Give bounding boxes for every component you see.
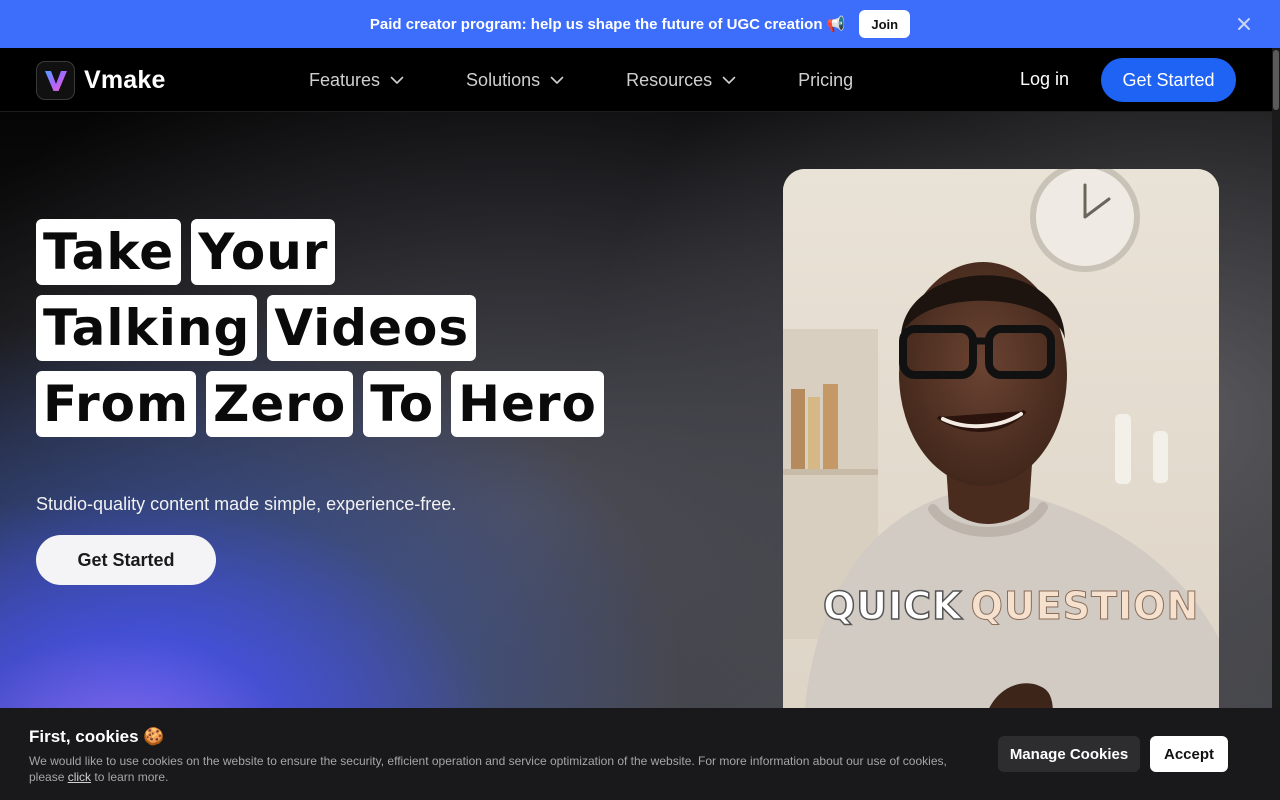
login-link[interactable]: Log in xyxy=(1020,69,1069,90)
hero-section: Take Your Talking Videos From Zero To He… xyxy=(0,112,1272,708)
chevron-down-icon xyxy=(550,76,564,85)
chevron-down-icon xyxy=(722,76,736,85)
logo-text: Vmake xyxy=(84,66,166,94)
cookie-banner: First, cookies 🍪 We would like to use co… xyxy=(0,708,1280,800)
cookie-policy-link[interactable]: click xyxy=(68,770,91,784)
cookie-body: We would like to use cookies on the webs… xyxy=(29,753,974,785)
headline-word: Zero xyxy=(206,371,354,437)
caption-word-quick: QUICK xyxy=(822,583,963,629)
headline-word: To xyxy=(363,371,442,437)
get-started-nav-button[interactable]: Get Started xyxy=(1101,58,1236,102)
caption-word-question: QUESTION xyxy=(970,584,1200,629)
headline-word: From xyxy=(36,371,197,437)
headline-word: Your xyxy=(191,219,336,285)
manage-cookies-button[interactable]: Manage Cookies xyxy=(998,736,1140,772)
promo-banner: Paid creator program: help us shape the … xyxy=(0,0,1280,48)
nav-links: Features Solutions Resources Pricing xyxy=(309,48,853,112)
video-preview[interactable]: QUICK QUESTION xyxy=(783,169,1219,708)
main-nav: Vmake Features Solutions Resources Prici… xyxy=(0,48,1272,112)
logo[interactable]: Vmake xyxy=(36,61,166,100)
scrollbar-thumb[interactable] xyxy=(1273,50,1279,110)
close-icon[interactable] xyxy=(1234,14,1254,34)
nav-item-features[interactable]: Features xyxy=(309,70,404,91)
nav-item-resources[interactable]: Resources xyxy=(626,70,736,91)
nav-item-label: Solutions xyxy=(466,69,541,90)
headline-row: Take Your xyxy=(36,219,614,285)
nav-item-solutions[interactable]: Solutions xyxy=(466,70,564,91)
headline-row: From Zero To Hero xyxy=(36,371,614,437)
headline-word: Talking xyxy=(36,295,258,361)
cookie-body-text-end: to learn more. xyxy=(91,770,169,784)
nav-item-label: Resources xyxy=(626,69,713,90)
join-button[interactable]: Join xyxy=(859,10,911,38)
promo-text: Paid creator program: help us shape the … xyxy=(369,16,846,33)
chevron-down-icon xyxy=(390,76,404,85)
video-caption: QUICK QUESTION xyxy=(822,583,1200,629)
headline-row: Talking Videos xyxy=(36,295,614,361)
nav-item-label: Features xyxy=(309,69,381,90)
cookie-title: First, cookies 🍪 xyxy=(29,727,165,746)
nav-item-pricing[interactable]: Pricing xyxy=(798,70,853,91)
headline-word: Take xyxy=(36,219,182,285)
vmake-logo-icon xyxy=(36,61,75,100)
hero-headline: Take Your Talking Videos From Zero To He… xyxy=(36,219,614,447)
accept-cookies-button[interactable]: Accept xyxy=(1150,736,1228,772)
hero-subtitle: Studio-quality content made simple, expe… xyxy=(36,494,457,514)
page-scrollbar[interactable] xyxy=(1272,48,1280,708)
headline-word: Hero xyxy=(451,371,604,437)
nav-item-label: Pricing xyxy=(798,69,854,90)
headline-word: Videos xyxy=(267,295,477,361)
get-started-hero-button[interactable]: Get Started xyxy=(36,535,216,585)
